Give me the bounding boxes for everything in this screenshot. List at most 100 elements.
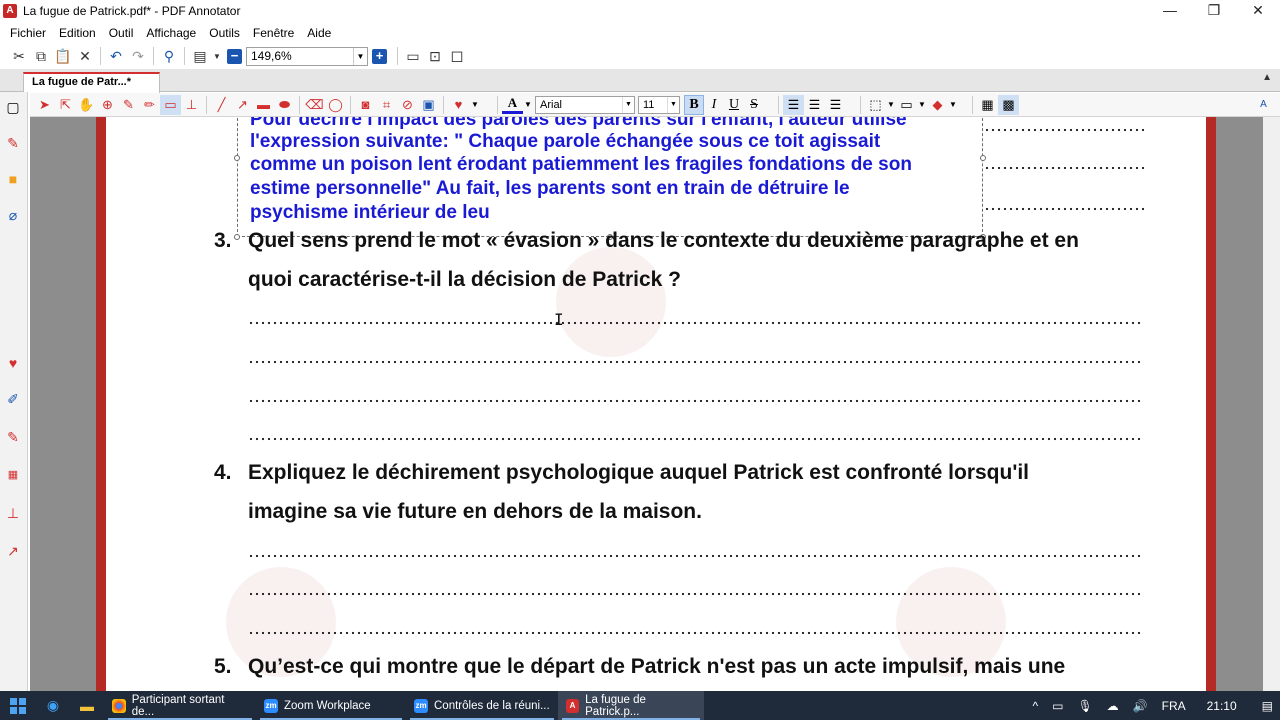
hand-tool-icon[interactable]: ✋ [76, 95, 97, 115]
paste-icon[interactable]: 📋 [52, 45, 74, 67]
document-viewport[interactable]: Pour décrire l'impact des paroles des pa… [30, 117, 1280, 691]
camera-icon[interactable]: ◙ [355, 95, 376, 115]
file-explorer-icon[interactable]: ▬ [70, 691, 104, 720]
attachment-icon[interactable]: ⌀ [4, 206, 22, 224]
network-icon[interactable]: ☁ [1107, 699, 1119, 713]
chevron-down-icon[interactable]: ▼ [886, 95, 896, 115]
start-button[interactable] [0, 691, 36, 720]
pdf-page[interactable]: Pour décrire l'impact des paroles des pa… [106, 117, 1206, 691]
undo-icon[interactable]: ↶ [105, 45, 127, 67]
edge-icon[interactable]: ◉ [36, 691, 70, 720]
menu-fenetre[interactable]: Fenêtre [253, 26, 294, 40]
redo-icon[interactable]: ↷ [127, 45, 149, 67]
chevron-down-icon[interactable]: ▼ [622, 96, 634, 113]
bold-button[interactable]: B [684, 94, 704, 115]
favorites-heart-icon[interactable]: ♥ [448, 95, 469, 115]
stamp-icon[interactable]: ⊥ [4, 504, 22, 522]
stamp-tool-icon[interactable]: ⊥ [181, 95, 202, 115]
resize-handle[interactable] [980, 155, 986, 161]
chevron-down-icon[interactable]: ▼ [211, 45, 223, 67]
fit-page-icon[interactable]: ▭ [402, 45, 424, 67]
menu-edition[interactable]: Edition [59, 26, 96, 40]
strikethrough-button[interactable]: S [744, 95, 764, 115]
battery-icon[interactable]: ▭ [1052, 699, 1063, 713]
delete-icon[interactable]: ✕ [74, 45, 96, 67]
language-indicator[interactable]: FRA [1162, 699, 1186, 713]
taskbar-app-pdf-annotator[interactable]: A La fugue de Patrick.p... [558, 691, 704, 720]
page-thumbnail-icon[interactable]: ▢ [4, 98, 22, 116]
text-box-icon[interactable]: ▦ [4, 466, 22, 484]
microphone-icon[interactable]: 🎙 [1077, 699, 1092, 713]
line-width-icon[interactable]: ▭ [896, 95, 917, 115]
text-tool-icon[interactable]: ▭ [160, 94, 181, 115]
ellipse-tool-icon[interactable]: ⬬ [274, 95, 295, 115]
zoom-in-button[interactable]: + [372, 48, 387, 64]
menu-fichier[interactable]: Fichier [10, 26, 46, 40]
lasso-icon[interactable]: ◯ [325, 95, 346, 115]
rectangle-tool-icon[interactable]: ▬ [253, 95, 274, 115]
eraser-icon[interactable]: ⌫ [304, 95, 325, 115]
sticky-properties-icon[interactable]: ▩ [998, 94, 1019, 115]
align-right-icon[interactable]: ☰ [825, 95, 846, 115]
taskbar-app-zoom-controls[interactable]: zm Contrôles de la réuni... [406, 691, 558, 720]
border-style-icon[interactable]: ⬚ [865, 95, 886, 115]
chevron-down-icon[interactable]: ▼ [667, 96, 679, 113]
insert-image-icon[interactable]: ▣ [418, 95, 439, 115]
chevron-down-icon[interactable]: ▼ [523, 95, 533, 115]
close-button[interactable]: ✕ [1236, 0, 1280, 22]
chevron-down-icon[interactable]: ▼ [917, 95, 927, 115]
zoom-level-field[interactable]: 149,6% ▼ [246, 46, 368, 66]
page-layout-icon[interactable]: ▤ [189, 45, 211, 67]
notifications-icon[interactable]: ▤ [1262, 699, 1273, 713]
clock[interactable]: 21:10 [1207, 699, 1237, 713]
marker-tool-icon[interactable]: ✏ [139, 95, 160, 115]
crop-icon[interactable]: ⌗ [376, 95, 397, 115]
fill-color-icon[interactable]: ◆ [927, 95, 948, 115]
resize-handle[interactable] [234, 155, 240, 161]
align-center-icon[interactable]: ☰ [804, 95, 825, 115]
menu-outil[interactable]: Outil [109, 26, 134, 40]
font-size-select[interactable]: 11 ▼ [638, 95, 680, 114]
font-name-select[interactable]: Arial ▼ [535, 95, 635, 114]
restore-button[interactable]: ❐ [1192, 0, 1236, 22]
underline-button[interactable]: U [724, 95, 744, 115]
arrow-tool-icon[interactable]: ↗ [232, 95, 253, 115]
show-hidden-icons-chevron-icon[interactable]: ^ [1032, 699, 1038, 713]
find-icon[interactable]: ⚲ [158, 45, 180, 67]
favorites-heart-icon[interactable]: ♥ [4, 354, 22, 372]
resize-handle[interactable] [234, 234, 240, 240]
chevron-down-icon[interactable]: ▼ [353, 47, 367, 65]
taskbar-app-zoom[interactable]: zm Zoom Workplace [256, 691, 406, 720]
italic-button[interactable]: I [704, 95, 724, 115]
line-tool-icon[interactable]: ╱ [211, 95, 232, 115]
menu-outils[interactable]: Outils [209, 26, 240, 40]
chevron-down-icon[interactable]: ▼ [948, 95, 958, 115]
tab-la-fugue-de-patrick[interactable]: La fugue de Patr...* [23, 72, 160, 93]
properties-icon[interactable]: ▦ [977, 95, 998, 115]
full-screen-icon[interactable]: ◻ [446, 45, 468, 67]
taskbar-app-chrome[interactable]: Participant sortant de... [104, 691, 256, 720]
fit-width-icon[interactable]: ⊡ [424, 45, 446, 67]
highlighter-icon[interactable]: ✐ [4, 390, 22, 408]
menu-aide[interactable]: Aide [307, 26, 331, 40]
align-left-icon[interactable]: ☰ [783, 94, 804, 115]
magnifier-icon[interactable]: ⊕ [97, 95, 118, 115]
menu-affichage[interactable]: Affichage [146, 26, 196, 40]
minimize-button[interactable]: — [1148, 0, 1192, 22]
select-tool-icon[interactable]: ➤ [34, 95, 55, 115]
ruler-icon[interactable]: ⊘ [397, 95, 418, 115]
folder-icon[interactable]: ■ [4, 170, 22, 188]
select-text-icon[interactable]: ⇱ [55, 95, 76, 115]
chevron-down-icon[interactable]: ▼ [469, 95, 481, 115]
zoom-out-button[interactable]: − [227, 48, 242, 64]
pen-tool-icon[interactable]: ✎ [118, 95, 139, 115]
text-color-icon[interactable]: A [502, 95, 523, 114]
volume-icon[interactable]: 🔊 [1133, 699, 1148, 713]
copy-icon[interactable]: ⧉ [30, 45, 52, 67]
text-mode-icon[interactable]: A [1253, 95, 1274, 115]
arrow-icon[interactable]: ↗ [4, 542, 22, 560]
vertical-scrollbar[interactable] [1263, 117, 1280, 691]
pen-icon[interactable]: ✎ [4, 428, 22, 446]
cut-icon[interactable]: ✂ [8, 45, 30, 67]
tab-list-chevron-icon[interactable]: ▲ [1262, 72, 1272, 83]
